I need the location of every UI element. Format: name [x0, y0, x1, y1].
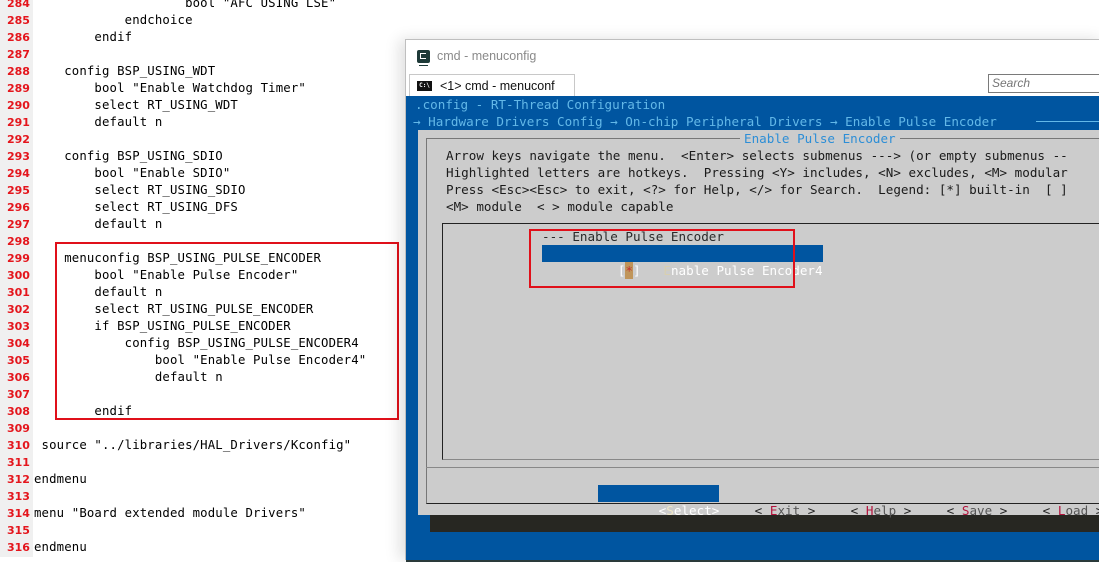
- dialog-title: Enable Pulse Encoder: [740, 130, 900, 147]
- line-number: 294: [7, 167, 30, 180]
- help-text-line: Arrow keys navigate the menu. <Enter> se…: [446, 148, 1068, 163]
- line-number: 316: [7, 541, 30, 554]
- line-text: config BSP_USING_WDT: [34, 64, 216, 78]
- annotation-box-menu: [529, 229, 795, 288]
- line-number: 312: [7, 473, 30, 486]
- line-number: 292: [7, 133, 30, 146]
- line-number: 309: [7, 422, 30, 435]
- line-text: bool "AFC USING LSE": [34, 0, 337, 10]
- line-number: 304: [7, 337, 30, 350]
- line-text: select RT_USING_DFS: [34, 200, 238, 214]
- line-text: config BSP_USING_SDIO: [34, 149, 223, 163]
- load-button[interactable]: < Load >: [982, 485, 1099, 518]
- line-text: menu "Board extended module Drivers": [34, 506, 306, 520]
- line-number: 302: [7, 303, 30, 316]
- console-area[interactable]: .config - RT-Thread Configuration → Hard…: [406, 96, 1099, 562]
- line-number: 289: [7, 82, 30, 95]
- help-text-line: <M> module < > module capable: [446, 199, 674, 214]
- line-text: bool "Enable SDIO": [34, 166, 231, 180]
- tab-label: <1> cmd - menuconf: [440, 79, 555, 93]
- cmd-prompt-icon: C:\: [417, 81, 432, 91]
- line-number: 301: [7, 286, 30, 299]
- breadcrumb-rule: [1036, 121, 1099, 122]
- line-text: endmenu: [34, 540, 87, 554]
- console-app-icon: [417, 49, 430, 66]
- line-number: 306: [7, 371, 30, 384]
- line-number: 296: [7, 201, 30, 214]
- line-number: 299: [7, 252, 30, 265]
- line-number: 305: [7, 354, 30, 367]
- help-text-line: Press <Esc><Esc> to exit, <?> for Help, …: [446, 182, 1068, 197]
- line-text: select RT_USING_SDIO: [34, 183, 246, 197]
- help-text-line: Highlighted letters are hotkeys. Pressin…: [446, 165, 1068, 180]
- line-number: 311: [7, 456, 30, 469]
- tab-cmd-menuconfig[interactable]: C:\ <1> cmd - menuconf: [409, 74, 575, 97]
- line-number: 308: [7, 405, 30, 418]
- line-number: 293: [7, 150, 30, 163]
- window-title: cmd - menuconfig: [437, 49, 537, 63]
- line-text: endmenu: [34, 472, 87, 486]
- line-number: 315: [7, 524, 30, 537]
- line-number: 307: [7, 388, 30, 401]
- line-number: 310: [7, 439, 30, 452]
- line-text: endif: [34, 30, 133, 44]
- line-number: 314: [7, 507, 30, 520]
- line-number: 290: [7, 99, 30, 112]
- line-text: default n: [34, 217, 163, 231]
- line-text: select RT_USING_WDT: [34, 98, 238, 112]
- line-number: 295: [7, 184, 30, 197]
- line-number: 313: [7, 490, 30, 503]
- line-number: 284: [7, 0, 30, 10]
- line-number: 300: [7, 269, 30, 282]
- line-number: 303: [7, 320, 30, 333]
- search-input[interactable]: [988, 74, 1099, 93]
- line-text: bool "Enable Watchdog Timer": [34, 81, 306, 95]
- breadcrumb: → Hardware Drivers Config → On-chip Peri…: [413, 114, 997, 129]
- line-number: 297: [7, 218, 30, 231]
- line-number: 285: [7, 14, 30, 27]
- line-number: 298: [7, 235, 30, 248]
- line-text: default n: [34, 115, 163, 129]
- line-number: 288: [7, 65, 30, 78]
- menuconfig-dialog: Enable Pulse Encoder Arrow keys navigate…: [418, 130, 1099, 518]
- line-text: source "../libraries/HAL_Drivers/Kconfig…: [34, 438, 352, 452]
- line-number: 291: [7, 116, 30, 129]
- config-title: .config - RT-Thread Configuration: [415, 97, 666, 112]
- cmd-window[interactable]: cmd - menuconfig C:\ <1> cmd - menuconf …: [405, 39, 1099, 562]
- window-titlebar[interactable]: cmd - menuconfig: [406, 40, 1099, 72]
- button-bar-separator: [426, 467, 1099, 468]
- line-text: endchoice: [34, 13, 193, 27]
- line-number: 287: [7, 48, 30, 61]
- line-number: 286: [7, 31, 30, 44]
- annotation-box-kconfig: [55, 242, 399, 420]
